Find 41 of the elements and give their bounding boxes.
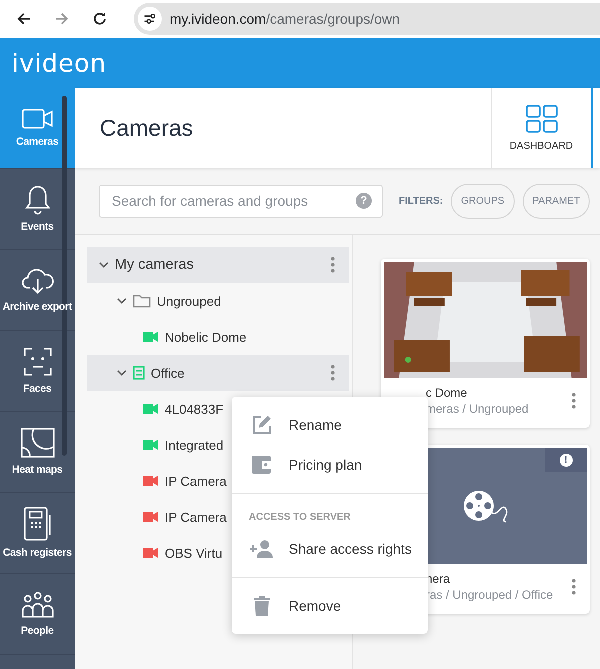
face-scan-icon: [22, 347, 52, 377]
page-title: Cameras: [99, 114, 194, 142]
pencil-icon: [250, 415, 274, 435]
tree-item[interactable]: Office: [87, 355, 349, 391]
menu-item[interactable]: Rename: [232, 405, 428, 445]
more-icon[interactable]: [572, 579, 576, 595]
wallet-icon: [250, 456, 274, 474]
cash-register-icon: [24, 507, 52, 541]
menu-item[interactable]: Pricing plan: [232, 445, 428, 485]
alert-badge: !: [545, 448, 587, 472]
cloud-download-icon: [20, 267, 54, 295]
people-icon: [22, 591, 54, 619]
menu-section-label: ACCESS TO SERVER: [248, 511, 352, 525]
more-icon: [331, 257, 335, 273]
more-icon[interactable]: [572, 393, 576, 409]
grid-icon: [526, 104, 558, 132]
more-icon: [331, 365, 335, 381]
tree-item[interactable]: Ungrouped: [87, 283, 349, 319]
back-icon[interactable]: [16, 11, 32, 27]
server-icon: [133, 366, 145, 380]
filter-chip[interactable]: PARAMET: [522, 184, 590, 218]
filters-label: FILTERS:: [399, 196, 444, 206]
forward-icon[interactable]: [54, 11, 70, 27]
url-path: /cameras/groups/own: [266, 11, 400, 27]
film-reel-icon: [462, 489, 508, 523]
heat-map-icon: [20, 428, 54, 458]
reload-icon[interactable]: [92, 11, 108, 27]
menu-item[interactable]: Remove: [232, 586, 428, 626]
camera-name: c Dome: [426, 386, 468, 400]
folder-icon: [133, 294, 151, 308]
dashboard-tab[interactable]: DASHBOARD: [491, 88, 591, 168]
url-domain: my.ivideon.com: [170, 11, 266, 27]
filter-chip[interactable]: GROUPS: [451, 184, 515, 218]
tree-item[interactable]: My cameras: [87, 247, 349, 283]
bell-icon: [24, 185, 52, 215]
tree-item[interactable]: Nobelic Dome: [87, 319, 349, 355]
site-settings-icon[interactable]: [138, 7, 162, 31]
add-person-icon: [250, 540, 274, 558]
menu-item[interactable]: Share access rights: [232, 529, 428, 569]
address-bar[interactable]: my.ivideon.com/cameras/groups/own: [134, 3, 600, 35]
video-camera-icon: [22, 108, 54, 130]
